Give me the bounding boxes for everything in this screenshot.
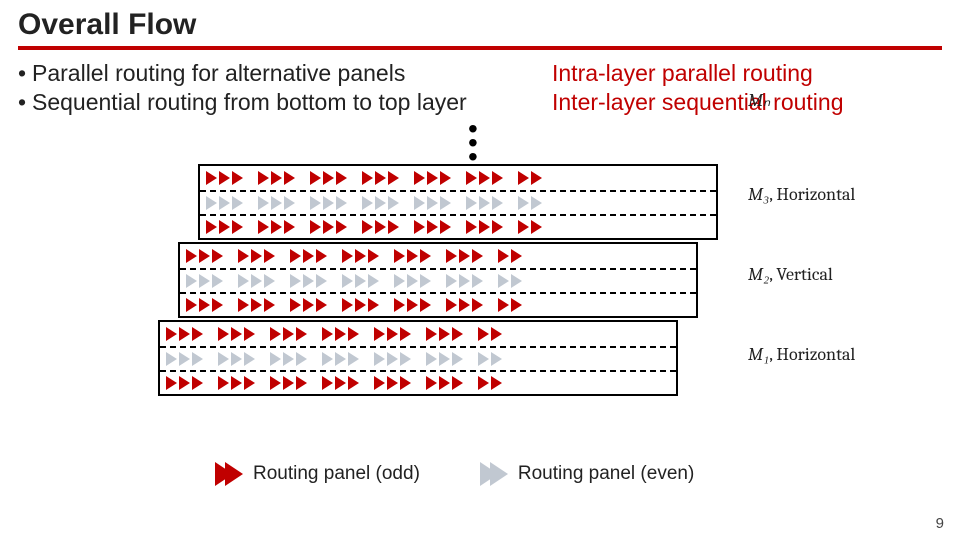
layer-m3 — [198, 164, 718, 240]
page-number: 9 — [936, 515, 944, 532]
label-mn: Mₙ — [748, 90, 770, 111]
label-m2: M₂, Vertical — [748, 264, 833, 285]
chevron-grey-icon — [480, 462, 508, 486]
legend-even-label: Routing panel (even) — [518, 463, 694, 485]
vertical-ellipsis-icon: ••• — [468, 124, 478, 166]
legend: Routing panel (odd) Routing panel (even) — [215, 462, 694, 486]
label-m1: M₁, Horizontal — [748, 344, 855, 365]
bullet-list: • Parallel routing for alternative panel… — [18, 60, 942, 116]
page-title: Overall Flow — [18, 8, 942, 50]
bullet-row: • Parallel routing for alternative panel… — [18, 60, 942, 87]
layer-stack — [158, 164, 718, 424]
panel-even — [200, 190, 716, 214]
layer-diagram: ••• Mₙ M₃, Horizontal — [18, 124, 942, 454]
panel-even — [180, 268, 696, 292]
panel-odd — [160, 370, 676, 394]
label-m3: M₃, Horizontal — [748, 184, 855, 205]
layer-m1 — [158, 320, 678, 396]
bullet-dot: • — [18, 60, 32, 87]
legend-odd: Routing panel (odd) — [215, 462, 420, 486]
bullet-dot: • — [18, 89, 32, 116]
panel-odd — [200, 166, 716, 190]
bullet-tag: Inter-layer sequential routing — [552, 89, 844, 116]
panel-odd — [180, 244, 696, 268]
bullet-row: • Sequential routing from bottom to top … — [18, 89, 942, 116]
bullet-tag: Intra-layer parallel routing — [552, 60, 813, 87]
bullet-text: Parallel routing for alternative panels — [32, 60, 552, 87]
chevron-red-icon — [215, 462, 243, 486]
panel-odd — [200, 214, 716, 238]
bullet-text: Sequential routing from bottom to top la… — [32, 89, 552, 116]
layer-m2 — [178, 242, 698, 318]
panel-odd — [180, 292, 696, 316]
legend-even: Routing panel (even) — [480, 462, 694, 486]
panel-odd — [160, 322, 676, 346]
panel-even — [160, 346, 676, 370]
legend-odd-label: Routing panel (odd) — [253, 463, 420, 485]
